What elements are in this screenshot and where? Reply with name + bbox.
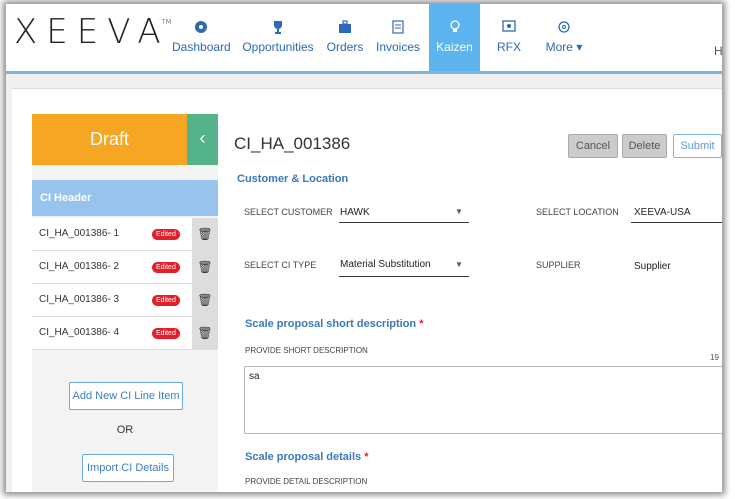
edited-badge: Edited bbox=[152, 295, 180, 306]
caret-down-icon: ▼ bbox=[455, 207, 463, 216]
ci-header-item[interactable]: CI Header bbox=[32, 180, 218, 216]
nav-invoices[interactable]: Invoices bbox=[373, 4, 423, 71]
select-ci-type-label: SELECT CI TYPE bbox=[244, 260, 317, 270]
supplier-value: Supplier bbox=[634, 261, 671, 272]
short-description-textarea[interactable]: sa bbox=[244, 366, 722, 434]
select-location-label: SELECT LOCATION bbox=[536, 207, 619, 217]
edited-badge: Edited bbox=[152, 229, 180, 240]
supplier-label: SUPPLIER bbox=[536, 260, 581, 270]
details-label: PROVIDE DETAIL DESCRIPTION bbox=[245, 477, 368, 486]
trash-icon[interactable]: 🗑 bbox=[192, 251, 218, 283]
collapse-panel-button[interactable]: ‹ bbox=[187, 114, 218, 165]
nav-rfx[interactable]: RFX bbox=[489, 4, 529, 71]
edited-badge: Edited bbox=[152, 262, 180, 273]
edited-badge: Edited bbox=[152, 328, 180, 339]
ci-line-item[interactable]: CI_HA_001386- 3 Edited 🗑 bbox=[32, 284, 218, 317]
nav-dashboard[interactable]: Dashboard bbox=[172, 4, 231, 71]
app-window: XEEVA TM Dashboard Opportunities Orders I… bbox=[6, 4, 722, 492]
document-icon bbox=[373, 20, 423, 36]
gear-icon bbox=[540, 20, 588, 36]
dropdown-underline bbox=[339, 276, 469, 277]
trademark-mark: TM bbox=[161, 18, 172, 26]
briefcase-icon bbox=[323, 20, 367, 36]
nav-opportunities[interactable]: Opportunities bbox=[238, 4, 318, 71]
add-ci-line-item-button[interactable]: Add New CI Line Item bbox=[69, 382, 183, 410]
submit-button[interactable]: Submit bbox=[673, 134, 722, 158]
chevron-left-icon: ‹ bbox=[199, 128, 206, 148]
ci-line-item[interactable]: CI_HA_001386- 2 Edited 🗑 bbox=[32, 251, 218, 284]
delete-button[interactable]: Delete bbox=[622, 134, 667, 158]
caret-down-icon: ▼ bbox=[455, 260, 463, 269]
trash-icon[interactable]: 🗑 bbox=[192, 317, 218, 349]
select-customer-label: SELECT CUSTOMER bbox=[244, 207, 333, 217]
dropdown-underline bbox=[339, 222, 469, 223]
ci-header-form: CI_HA_001386 Cancel Delete Submit Custom… bbox=[222, 114, 722, 492]
nav-kaizen[interactable]: Kaizen bbox=[429, 4, 480, 71]
section-customer-location: Customer & Location bbox=[237, 173, 349, 185]
short-description-label: PROVIDE SHORT DESCRIPTION bbox=[245, 346, 368, 355]
trophy-icon bbox=[238, 20, 318, 36]
draft-status: Draft bbox=[32, 114, 187, 165]
nav-more[interactable]: More ▾ bbox=[540, 4, 588, 71]
top-navigation: XEEVA TM Dashboard Opportunities Orders I… bbox=[6, 4, 722, 74]
nav-truncated-text: H bbox=[714, 44, 722, 58]
xeeva-logo[interactable]: XEEVA TM bbox=[14, 12, 172, 52]
dashboard-icon bbox=[172, 20, 230, 36]
import-ci-details-button[interactable]: Import CI Details bbox=[82, 454, 174, 482]
trash-icon[interactable]: 🗑 bbox=[192, 218, 218, 250]
nav-orders[interactable]: Orders bbox=[323, 4, 367, 71]
ci-line-item[interactable]: CI_HA_001386- 1 Edited 🗑 bbox=[32, 218, 218, 251]
rfx-icon bbox=[489, 20, 529, 36]
lightbulb-icon bbox=[429, 20, 480, 36]
details-heading: Scale proposal details * bbox=[245, 451, 369, 463]
short-description-heading: Scale proposal short description * bbox=[245, 318, 424, 330]
ci-line-item[interactable]: CI_HA_001386- 4 Edited 🗑 bbox=[32, 317, 218, 350]
trash-icon[interactable]: 🗑 bbox=[192, 284, 218, 316]
character-counter: 19 bbox=[710, 353, 719, 362]
dropdown-underline bbox=[631, 222, 722, 223]
or-divider: OR bbox=[116, 424, 134, 436]
ci-line-items-panel: Draft ‹ CI Header CI_HA_001386- 1 Edited… bbox=[32, 114, 218, 492]
page-title: CI_HA_001386 bbox=[234, 134, 351, 153]
cancel-button[interactable]: Cancel bbox=[568, 134, 618, 158]
